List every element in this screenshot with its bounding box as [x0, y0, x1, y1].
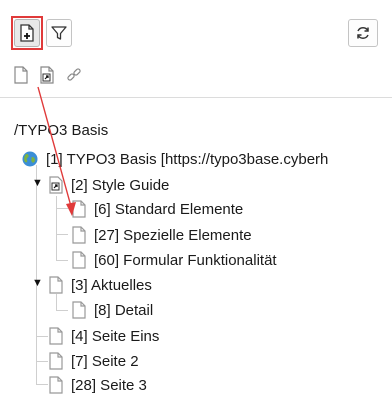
page-icon: [72, 226, 86, 244]
tree-node-label: [6] Standard Elemente: [94, 200, 244, 218]
tree-line: [36, 336, 48, 337]
tree-line: [56, 260, 68, 261]
page-icon: [72, 251, 86, 269]
tree-root-node[interactable]: [1] TYPO3 Basis [https://typo3base.cyber…: [22, 148, 328, 170]
tree-node-label: [8] Detail: [94, 301, 154, 319]
globe-icon: [22, 151, 38, 167]
tree-line: [56, 208, 68, 209]
page-icon: [49, 327, 63, 345]
tree-node-label: [27] Spezielle Elemente: [94, 226, 252, 244]
page-shortcut-icon: [49, 176, 63, 194]
tree-node-style-guide[interactable]: [2] Style Guide: [49, 174, 169, 196]
tree-line: [36, 361, 48, 362]
tree-node-label: [28] Seite 3: [71, 376, 147, 394]
tree-node-seite-3[interactable]: [28] Seite 3: [49, 374, 147, 396]
tree-node-label: [4] Seite Eins: [71, 327, 160, 345]
expand-toggle[interactable]: ▼: [32, 177, 43, 189]
tree-line: [56, 310, 68, 311]
page-icon: [49, 352, 63, 370]
page-icon: [49, 376, 63, 394]
tree-node-label: [2] Style Guide: [71, 176, 170, 194]
tree-node-label: [60] Formular Funktionalität: [94, 251, 277, 269]
page-tree: [1] TYPO3 Basis [https://typo3base.cyber…: [0, 0, 392, 399]
tree-node-formular[interactable]: [60] Formular Funktionalität: [72, 249, 277, 271]
tree-line: [36, 346, 37, 384]
page-icon: [49, 276, 63, 294]
tree-node-seite-eins[interactable]: [4] Seite Eins: [49, 325, 159, 347]
tree-node-spezielle-elemente[interactable]: [27] Spezielle Elemente: [72, 224, 252, 246]
expand-toggle[interactable]: ▼: [32, 277, 43, 289]
tree-line: [36, 165, 37, 346]
tree-line: [56, 196, 57, 260]
tree-node-seite-2[interactable]: [7] Seite 2: [49, 350, 139, 372]
tree-node-label: [3] Aktuelles: [71, 276, 152, 294]
tree-node-detail[interactable]: [8] Detail: [72, 299, 153, 321]
tree-node-standard-elemente[interactable]: [6] Standard Elemente: [72, 198, 243, 220]
tree-line: [36, 384, 48, 385]
page-icon: [72, 200, 86, 218]
page-icon: [72, 301, 86, 319]
tree-line: [56, 234, 68, 235]
tree-node-label: [1] TYPO3 Basis [https://typo3base.cyber…: [46, 150, 329, 168]
tree-node-label: [7] Seite 2: [71, 352, 139, 370]
tree-node-aktuelles[interactable]: [3] Aktuelles: [49, 274, 152, 296]
tree-line: [56, 294, 57, 310]
